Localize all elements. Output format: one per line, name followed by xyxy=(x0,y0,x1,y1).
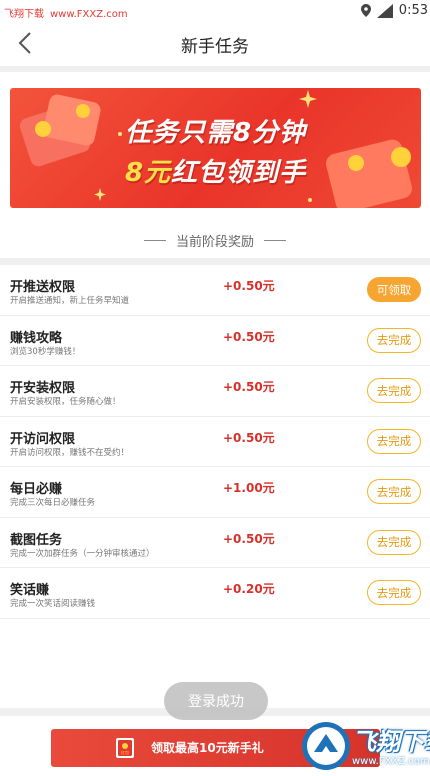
task-list: 开推送权限 开启推送通知，新上任务早知道 +0.50元 可领取 赚钱攻略 浏览3… xyxy=(0,265,430,619)
task-description: 开启访问权限，赚钱不在受约！ xyxy=(10,447,130,458)
watermark-text: 飞翔下载 www.FXXZ.com xyxy=(4,5,128,20)
watermark-cn: 飞翔下载 xyxy=(4,9,44,20)
task-title: 截图任务 xyxy=(10,532,63,548)
divider-line xyxy=(264,239,286,241)
envelope-label: 红包 xyxy=(121,749,129,755)
task-row: 开推送权限 开启推送通知，新上任务早知道 +0.50元 可领取 xyxy=(0,265,430,316)
complete-button[interactable]: 去完成 xyxy=(367,428,421,454)
divider xyxy=(0,66,430,72)
red-envelope-icon: 红包 xyxy=(116,738,134,758)
divider-line xyxy=(143,239,166,241)
task-description: 浏览30秒学赚钱！ xyxy=(10,346,81,357)
task-description: 开启推送通知，新上任务早知道 xyxy=(10,296,130,306)
status-icons: 0:53 xyxy=(360,3,428,18)
task-reward: +0.50元 xyxy=(223,380,275,394)
task-row: 赚钱攻略 浏览30秒学赚钱！ +0.50元 去完成 xyxy=(0,315,430,366)
section-title: 当前阶段奖励 xyxy=(175,234,254,250)
status-bar: 飞翔下载 www.FXXZ.com 0:53 xyxy=(0,0,430,24)
task-row: 开安装权限 开启安装权限，任务随心做！ +0.50元 去完成 xyxy=(0,366,430,417)
signal-icon xyxy=(376,3,393,18)
complete-button[interactable]: 去完成 xyxy=(367,378,421,403)
task-description: 开启安装权限，任务随心做！ xyxy=(10,397,121,407)
claim-gift-label: 领取最高10元新手礼 xyxy=(151,741,264,755)
task-row: 每日必赚 完成三次每日必赚任务 +1.00元 去完成 xyxy=(0,467,430,518)
task-title: 赚钱攻略 xyxy=(10,330,63,346)
watermark-logo-url: www.FXXZ.com xyxy=(352,756,430,767)
task-reward: +0.20元 xyxy=(223,582,275,596)
watermark-logo-cn: 飞翔下载 xyxy=(352,728,430,756)
clock: 0:53 xyxy=(398,3,428,18)
task-reward: +0.50元 xyxy=(223,531,275,546)
task-row: 笑话赚 完成一次笑话阅读赚钱 +0.20元 去完成 xyxy=(0,568,430,619)
task-title: 每日必赚 xyxy=(10,482,63,497)
task-description: 完成三次每日必赚任务 xyxy=(10,498,96,508)
task-title: 开访问权限 xyxy=(10,431,76,447)
task-title: 开安装权限 xyxy=(10,381,76,396)
promo-banner[interactable]: 任务只需8分钟 8元红包领到手 xyxy=(10,88,421,208)
watermark-logo: 飞翔下载 www.FXXZ.com xyxy=(296,716,430,776)
task-reward: +0.50元 xyxy=(223,430,275,445)
watermark-site: www.FXXZ.com xyxy=(50,9,128,20)
banner-subline-text: 红包领到手 xyxy=(171,158,307,188)
login-success-toast: 登录成功 xyxy=(164,682,268,720)
complete-button[interactable]: 去完成 xyxy=(367,479,421,504)
task-reward: +1.00元 xyxy=(223,481,275,495)
watermark-emblem-icon xyxy=(302,722,350,770)
navigation-bar: 新手任务 xyxy=(0,24,430,64)
location-icon xyxy=(360,4,371,17)
banner-amount: 8元 xyxy=(124,158,172,188)
task-title: 开推送权限 xyxy=(10,280,76,295)
task-row: 截图任务 完成一次加群任务（一分钟审核通过） +0.50元 去完成 xyxy=(0,517,430,568)
section-header: 当前阶段奖励 xyxy=(0,230,430,250)
task-reward: +0.50元 xyxy=(223,329,275,344)
task-title: 笑话赚 xyxy=(10,583,50,598)
banner-headline: 任务只需8分钟 xyxy=(124,118,307,148)
task-reward: +0.50元 xyxy=(223,279,275,293)
claim-button[interactable]: 可领取 xyxy=(367,277,421,302)
complete-button[interactable]: 去完成 xyxy=(367,580,421,605)
complete-button[interactable]: 去完成 xyxy=(367,327,421,353)
task-row: 开访问权限 开启访问权限，赚钱不在受约！ +0.50元 去完成 xyxy=(0,416,430,467)
banner-subline: 8元红包领到手 xyxy=(10,152,421,189)
divider xyxy=(0,258,430,265)
task-description: 完成一次加群任务（一分钟审核通过） xyxy=(10,548,155,559)
complete-button[interactable]: 去完成 xyxy=(367,529,421,555)
task-description: 完成一次笑话阅读赚钱 xyxy=(10,599,96,609)
page-title: 新手任务 xyxy=(181,37,249,57)
